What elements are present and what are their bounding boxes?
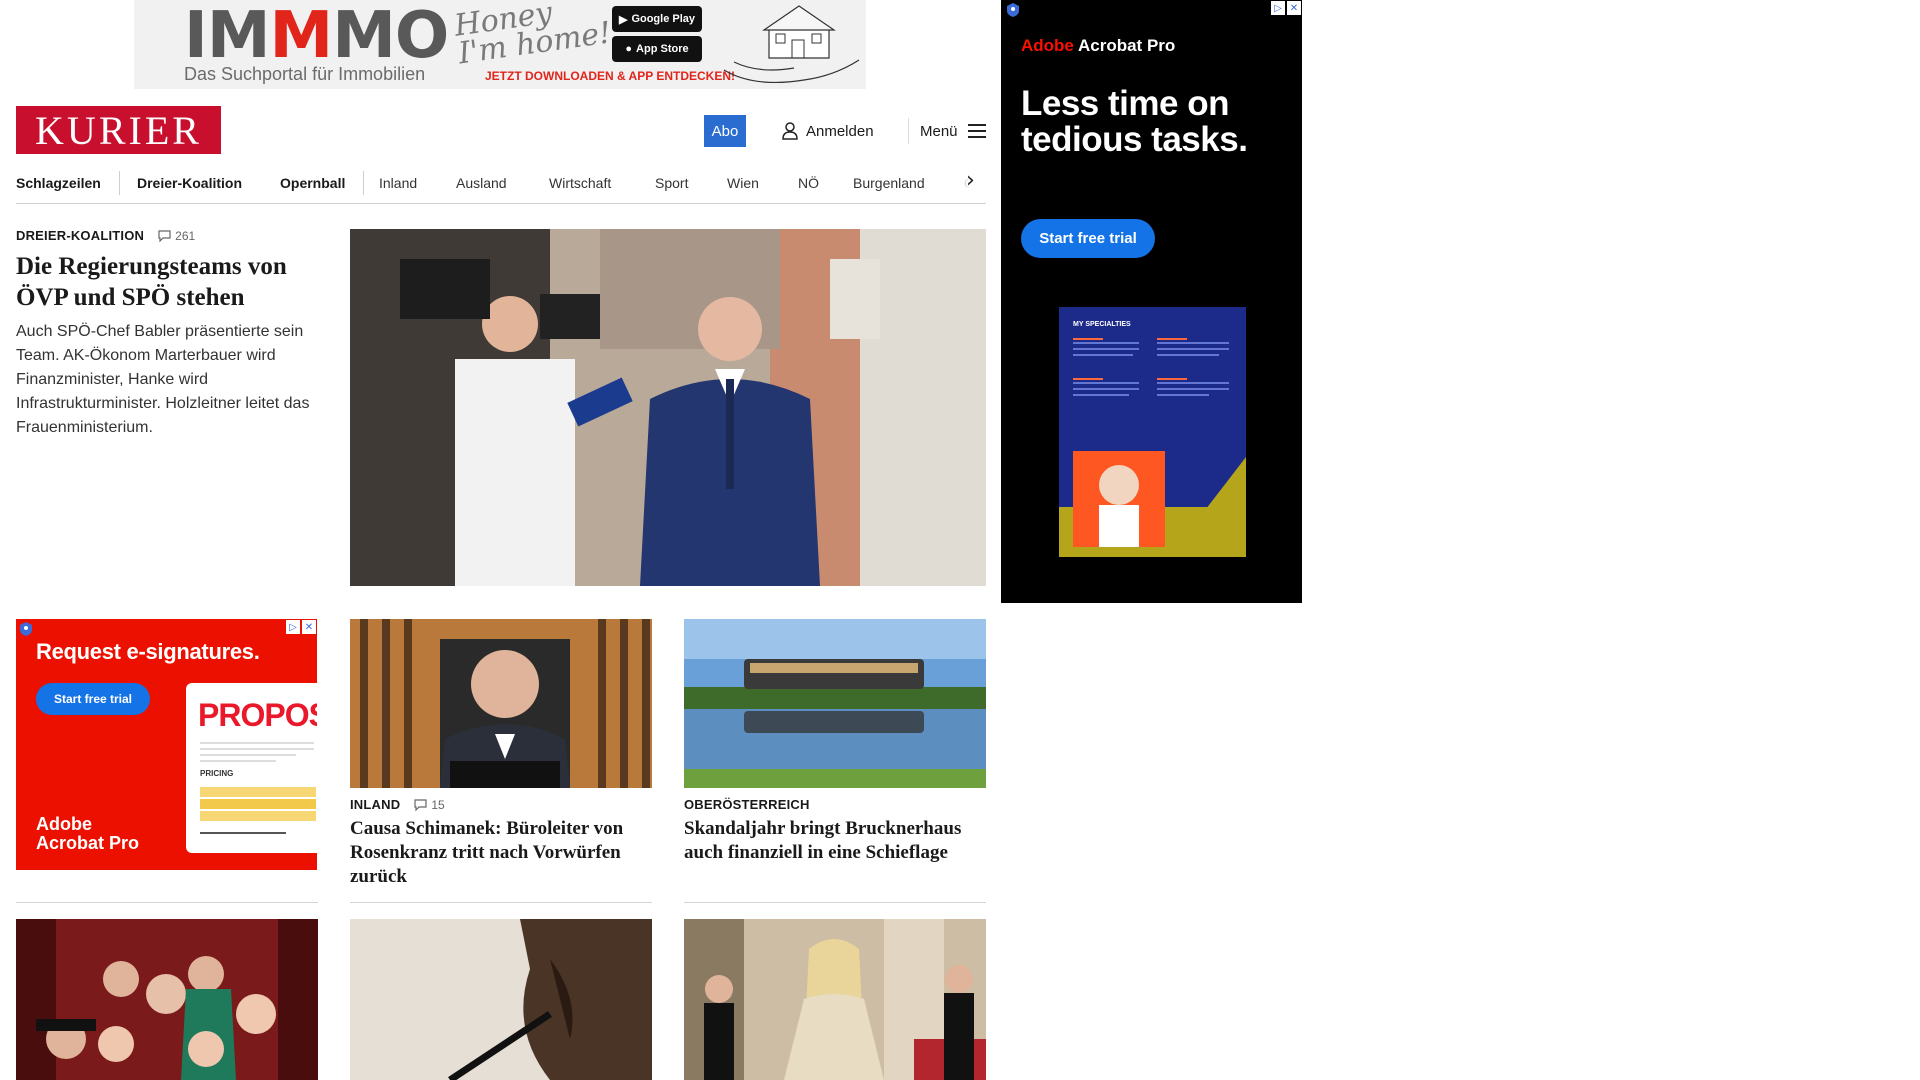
- section-nav: Schlagzeilen Dreier-Koalition Opernball …: [16, 163, 986, 204]
- nav-item-opernball[interactable]: Opernball: [280, 169, 345, 197]
- immmo-tagline: Das Suchportal für Immobilien: [184, 64, 426, 84]
- proposal-lines: [200, 742, 316, 834]
- house-hand-illustration: [723, 5, 860, 84]
- card-photo[interactable]: [684, 919, 986, 1080]
- header-divider: [908, 118, 909, 144]
- nav-item-schlagzeilen[interactable]: Schlagzeilen: [16, 169, 101, 197]
- lead-comment-number: 261: [175, 228, 196, 243]
- opernball-group-photo: [16, 919, 318, 1080]
- nav-divider: [119, 171, 120, 195]
- card-comment-number: 15: [431, 797, 445, 812]
- user-icon: [782, 122, 798, 140]
- ad-controls: ▷ ✕: [1271, 1, 1301, 15]
- google-play-badge[interactable]: ▶ Google Play: [612, 6, 702, 32]
- card-meta: OBERÖSTERREICH: [684, 797, 810, 812]
- close-icon[interactable]: ✕: [302, 620, 316, 634]
- immmo-cta[interactable]: JETZT DOWNLOADEN & APP ENTDECKEN!: [485, 69, 735, 83]
- adobe-sidebar-ad[interactable]: ▷ ✕ Adobe Acrobat Pro Less time on tedio…: [1001, 0, 1302, 603]
- ad-headline: Less time on tedious tasks.: [1021, 84, 1248, 159]
- proposal-document: PROPOSAL PRICING: [186, 683, 317, 853]
- card-illustration: [1059, 338, 1246, 557]
- nav-item-burgenland[interactable]: Burgenland: [853, 169, 925, 197]
- row-divider: [16, 902, 318, 903]
- card-photo[interactable]: [16, 919, 318, 1080]
- card-photo[interactable]: [350, 619, 652, 788]
- chevron-right-icon[interactable]: ›: [966, 168, 975, 193]
- row-divider: [684, 902, 986, 903]
- kurier-logo[interactable]: KURIER: [16, 106, 221, 154]
- nav-divider: [363, 171, 364, 195]
- abo-button[interactable]: Abo: [704, 115, 746, 147]
- ballgown-photo: [684, 919, 986, 1080]
- card-headline[interactable]: Skandaljahr bringt Brucknerhaus auch fin…: [684, 817, 986, 865]
- apple-icon: ●: [625, 43, 633, 55]
- row-divider: [350, 902, 652, 903]
- login-button[interactable]: Anmelden: [782, 118, 874, 144]
- card-kicker[interactable]: INLAND: [350, 797, 400, 812]
- lead-headline[interactable]: Die Regierungsteams von ÖVP und SPÖ steh…: [16, 251, 326, 313]
- nav-item-sport[interactable]: Sport: [655, 169, 688, 197]
- lead-meta: DREIER-KOALITION 261: [16, 228, 195, 243]
- ad-document-card: MY SPECIALTIES: [1059, 307, 1246, 557]
- nav-item-inland[interactable]: Inland: [379, 169, 417, 197]
- immmo-script-text: Honey I'm home!: [452, 0, 614, 72]
- nav-item-wien[interactable]: Wien: [727, 169, 759, 197]
- pricing-label: PRICING: [200, 769, 234, 778]
- card-photo[interactable]: [684, 619, 986, 788]
- nav-item-noe[interactable]: NÖ: [798, 169, 819, 197]
- card-meta: INLAND 15: [350, 797, 445, 812]
- start-free-trial-button[interactable]: Start free trial: [1021, 219, 1155, 258]
- comment-icon: [158, 229, 171, 242]
- start-free-trial-button[interactable]: Start free trial: [36, 683, 150, 715]
- menu-label: Menü: [920, 122, 958, 140]
- hamburger-icon: [967, 124, 986, 138]
- adobe-esign-ad[interactable]: ▷ ✕ Request e-signatures. Start free tri…: [16, 619, 317, 870]
- schimanek-photo: [350, 619, 652, 788]
- adobe-brand: Adobe Acrobat Pro: [36, 814, 140, 853]
- lead-photo[interactable]: [350, 229, 986, 586]
- close-icon[interactable]: ✕: [1287, 1, 1301, 15]
- vape-photo: [350, 919, 652, 1080]
- nav-item-wirtschaft[interactable]: Wirtschaft: [549, 169, 611, 197]
- card-headline[interactable]: Causa Schimanek: Büroleiter von Rosenkra…: [350, 817, 652, 889]
- app-store-badge[interactable]: ● App Store: [612, 36, 702, 62]
- ad-info-icon[interactable]: ▷: [286, 620, 300, 634]
- ad-info-icon[interactable]: ▷: [1271, 1, 1285, 15]
- press-scrum-photo: [350, 229, 986, 586]
- comment-icon: [414, 798, 427, 811]
- top-banner-ad[interactable]: IMMMO Das Suchportal für Immobilien Hone…: [134, 0, 866, 89]
- card-kicker[interactable]: OBERÖSTERREICH: [684, 797, 810, 812]
- ad-headline: Request e-signatures.: [36, 639, 260, 664]
- lead-comment-count[interactable]: 261: [158, 229, 195, 243]
- menu-button[interactable]: Menü: [920, 118, 986, 144]
- login-label: Anmelden: [806, 122, 874, 140]
- lead-teaser: Auch SPÖ-Chef Babler präsentierte sein T…: [16, 323, 310, 436]
- play-icon: ▶: [618, 13, 628, 26]
- brucknerhaus-photo: [684, 619, 986, 788]
- adchoices-icon[interactable]: [20, 622, 32, 641]
- ad-controls: ▷ ✕: [286, 620, 316, 634]
- nav-item-ausland[interactable]: Ausland: [456, 169, 507, 197]
- adobe-brand: Adobe Acrobat Pro: [1021, 36, 1176, 55]
- adchoices-icon[interactable]: [1007, 3, 1019, 22]
- immmo-logo: IMMMO: [184, 0, 449, 73]
- card-comment-count[interactable]: 15: [414, 797, 445, 812]
- nav-item-dreier-koalition[interactable]: Dreier-Koalition: [137, 169, 242, 197]
- card-photo[interactable]: [350, 919, 652, 1080]
- lead-kicker[interactable]: DREIER-KOALITION: [16, 228, 144, 243]
